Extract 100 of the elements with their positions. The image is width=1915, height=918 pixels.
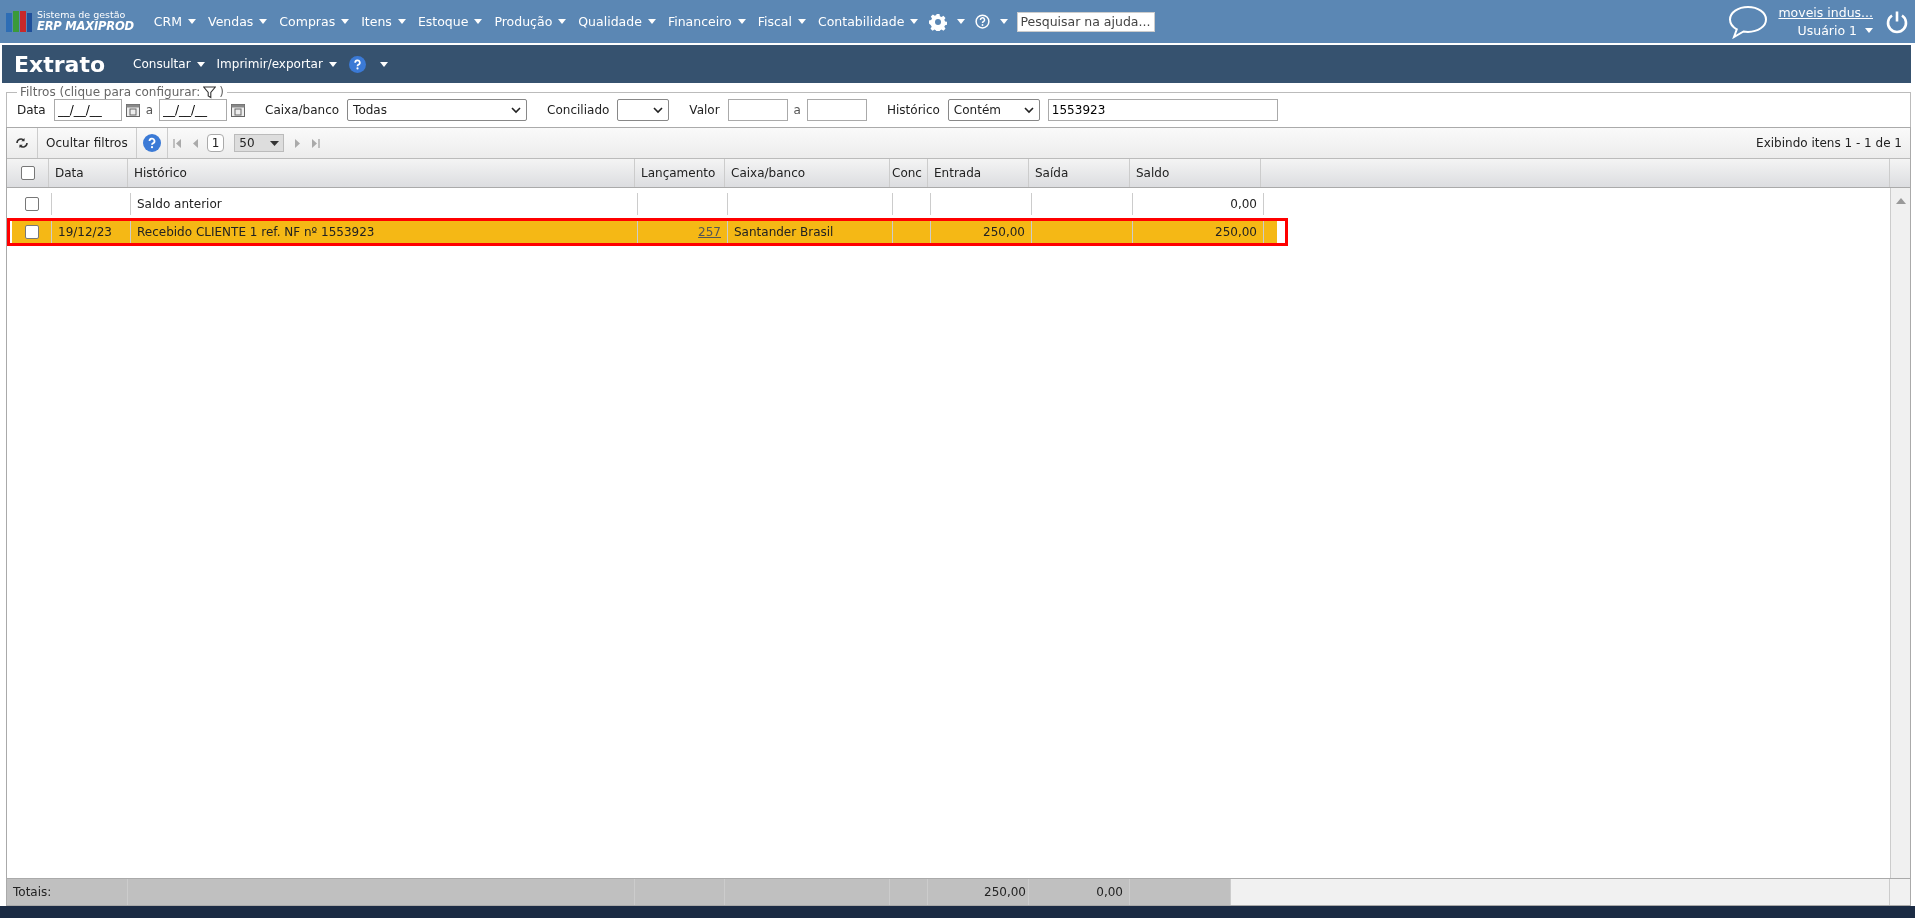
caret-icon <box>270 140 280 146</box>
table-cell: Saldo anterior <box>137 197 222 211</box>
column-header[interactable]: Lançamento <box>641 166 716 180</box>
caret-icon <box>474 19 483 24</box>
date-from-field[interactable]: __/__/__ <box>53 99 122 121</box>
totals-cell: 250,00 <box>984 885 1026 899</box>
chevron-icon <box>653 106 664 114</box>
range-separator: a <box>793 103 801 117</box>
menu-item[interactable]: Vendas <box>202 14 274 29</box>
page-size-select[interactable]: 50 <box>234 134 285 152</box>
value-to-field[interactable] <box>806 99 867 121</box>
caret-icon <box>797 19 806 24</box>
value-from-field[interactable] <box>727 99 788 121</box>
page-number[interactable]: 1 <box>206 134 225 152</box>
filters-legend[interactable]: Filtros (clique para configurar: <box>20 85 201 99</box>
help-icon[interactable] <box>348 55 366 73</box>
hide-filters-button[interactable]: Ocultar filtros <box>38 128 137 158</box>
help-search-field[interactable]: Pesquisar na ajuda... <box>1017 11 1156 32</box>
caret-icon[interactable] <box>957 19 966 24</box>
totals-cell: 0,00 <box>1096 885 1123 899</box>
column-header[interactable]: Saldo <box>1136 166 1170 180</box>
table-cell: 250,00 <box>1215 225 1257 239</box>
date-label: Data <box>17 103 46 117</box>
caret-icon <box>737 19 746 24</box>
reconciled-select[interactable] <box>617 99 670 121</box>
caret-icon <box>558 19 567 24</box>
column-header[interactable]: Conc <box>892 166 922 180</box>
scrollbar[interactable] <box>1890 188 1910 878</box>
action-menu[interactable]: Imprimir/exportar <box>216 57 337 71</box>
totals-label: Totais: <box>13 885 52 899</box>
help-icon[interactable] <box>975 14 991 29</box>
caret-icon <box>910 19 919 24</box>
calendar-icon[interactable] <box>125 103 140 117</box>
menu-item[interactable]: Fiscal <box>751 14 812 29</box>
column-header[interactable]: Saída <box>1035 166 1069 180</box>
table-row[interactable]: 19/12/23 Recebido CLIENTE 1 ref. NF nº 1553923 257 Santander Brasil 250,00 250,00 <box>12 221 1277 243</box>
logo-title: ERP MAXIPROD <box>37 20 134 34</box>
filter-icon[interactable] <box>203 85 217 99</box>
reconciled-label: Conciliado <box>547 103 610 117</box>
caret-icon <box>397 19 406 24</box>
table-cell: Recebido CLIENTE 1 ref. NF nº 1553923 <box>137 225 375 239</box>
items-summary: Exibindo itens 1 - 1 de 1 <box>1756 136 1902 150</box>
date-to-field[interactable]: __/__/__ <box>159 99 227 121</box>
caret-icon <box>188 19 197 24</box>
caret-icon <box>196 61 205 67</box>
select-all-checkbox[interactable] <box>20 166 35 180</box>
chat-icon[interactable] <box>1728 4 1769 39</box>
value-label: Valor <box>689 103 720 117</box>
caret-icon <box>259 19 268 24</box>
caret-icon <box>341 19 350 24</box>
refresh-icon <box>15 137 29 149</box>
last-page-icon[interactable] <box>311 138 321 148</box>
row-checkbox[interactable] <box>24 225 39 239</box>
menu-item[interactable]: CRM <box>147 14 203 29</box>
chevron-icon <box>1023 106 1034 114</box>
previous-page-icon[interactable] <box>191 138 198 148</box>
menu-item[interactable]: Produção <box>488 14 573 29</box>
menu-item[interactable]: Contabilidade <box>811 14 925 29</box>
column-header[interactable]: Entrada <box>934 166 982 180</box>
table-cell: 250,00 <box>983 225 1025 239</box>
first-page-icon[interactable] <box>172 138 182 148</box>
caret-icon[interactable] <box>379 61 388 67</box>
column-header[interactable]: Histórico <box>134 166 187 180</box>
history-field[interactable]: 1553923 <box>1047 99 1278 121</box>
settings-icon[interactable] <box>929 12 948 31</box>
range-separator: a <box>145 103 153 117</box>
logo-icon <box>6 9 32 34</box>
caret-icon <box>1865 28 1873 33</box>
caret-icon <box>328 61 337 67</box>
history-mode-select[interactable]: Contém <box>947 99 1040 121</box>
page-title: Extrato <box>14 51 106 77</box>
user-menu[interactable]: Usuário 1 <box>1797 23 1873 38</box>
logo-subtitle: Sistema de gestão <box>37 9 127 21</box>
chevron-icon <box>511 106 522 114</box>
table-cell: Santander Brasil <box>734 225 834 239</box>
power-icon[interactable] <box>1885 9 1909 34</box>
company-link[interactable]: moveis indus... <box>1778 5 1873 20</box>
action-menu[interactable]: Consultar <box>133 57 205 71</box>
entry-link[interactable]: 257 <box>698 225 721 239</box>
menu-item[interactable]: Estoque <box>411 14 489 29</box>
filters-legend-end: ) <box>219 85 224 99</box>
table-row[interactable]: Saldo anterior 0,00 <box>12 193 1277 215</box>
table-cell: 19/12/23 <box>58 225 112 239</box>
menu-item[interactable]: Compras <box>273 14 356 29</box>
calendar-icon[interactable] <box>231 103 245 117</box>
column-header[interactable]: Data <box>55 166 84 180</box>
bank-label: Caixa/banco <box>265 103 340 117</box>
caret-icon[interactable] <box>1000 19 1009 24</box>
row-checkbox[interactable] <box>24 197 39 211</box>
menu-item[interactable]: Financeiro <box>661 14 752 29</box>
history-label: Histórico <box>886 103 940 117</box>
menu-item[interactable]: Qualidade <box>572 14 662 29</box>
column-header[interactable]: Caixa/banco <box>731 166 806 180</box>
caret-icon <box>647 19 656 24</box>
menu-item[interactable]: Itens <box>355 14 412 29</box>
bank-select[interactable]: Todas <box>347 99 528 121</box>
help-icon[interactable] <box>142 134 161 152</box>
scroll-up-icon[interactable] <box>1895 198 1906 204</box>
table-cell: 0,00 <box>1230 197 1257 211</box>
next-page-icon[interactable] <box>295 138 302 148</box>
